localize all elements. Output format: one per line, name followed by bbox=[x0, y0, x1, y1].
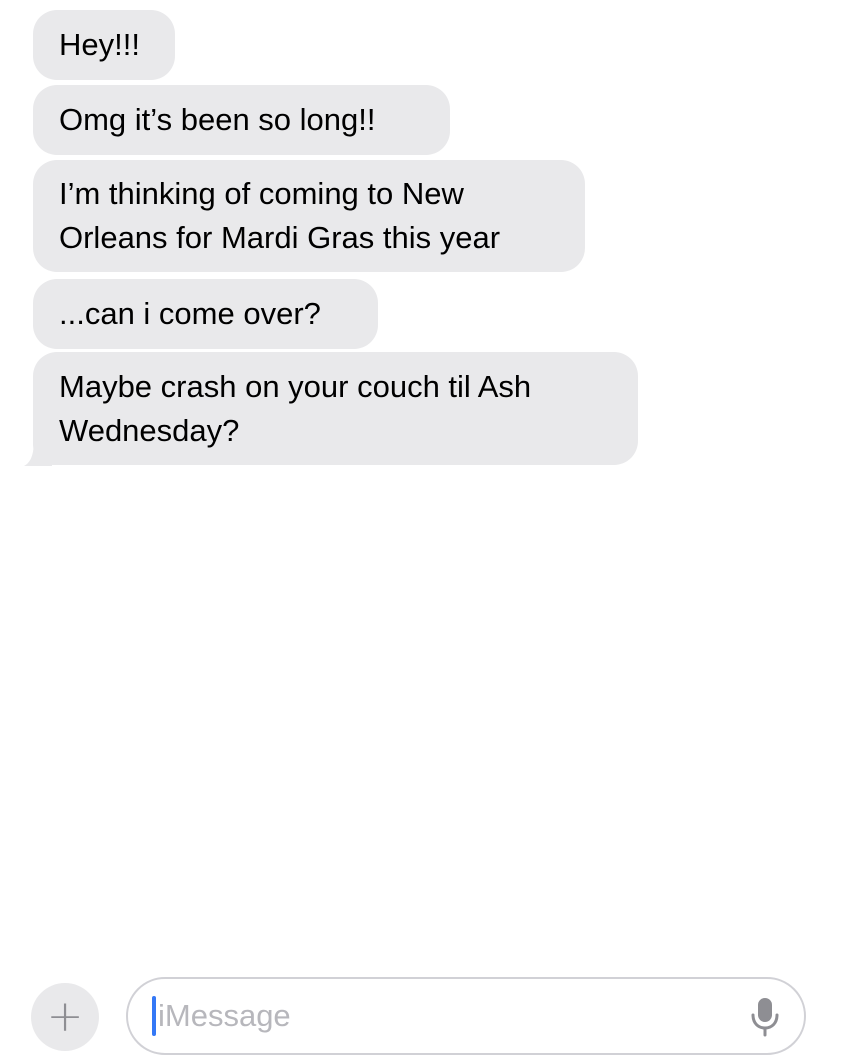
incoming-message-bubble[interactable]: Hey!!! bbox=[33, 10, 175, 80]
message-composer: + iMessage bbox=[0, 480, 841, 1055]
message-thread: Hey!!! Omg it’s been so long!! I’m think… bbox=[0, 0, 841, 480]
microphone-icon[interactable] bbox=[750, 997, 780, 1037]
incoming-message-bubble[interactable]: ...can i come over? bbox=[33, 279, 378, 349]
text-caret bbox=[152, 996, 156, 1036]
imessage-input-field[interactable]: iMessage bbox=[126, 977, 806, 1055]
incoming-message-bubble[interactable]: I’m thinking of coming to New Orleans fo… bbox=[33, 160, 585, 272]
incoming-message-bubble[interactable]: Omg it’s been so long!! bbox=[33, 85, 450, 155]
input-placeholder: iMessage bbox=[158, 998, 291, 1033]
plus-icon: + bbox=[46, 991, 84, 1042]
bubble-tail bbox=[24, 438, 52, 466]
incoming-message-bubble[interactable]: Maybe crash on your couch til Ash Wednes… bbox=[33, 352, 638, 465]
add-attachment-button[interactable]: + bbox=[31, 983, 99, 1051]
